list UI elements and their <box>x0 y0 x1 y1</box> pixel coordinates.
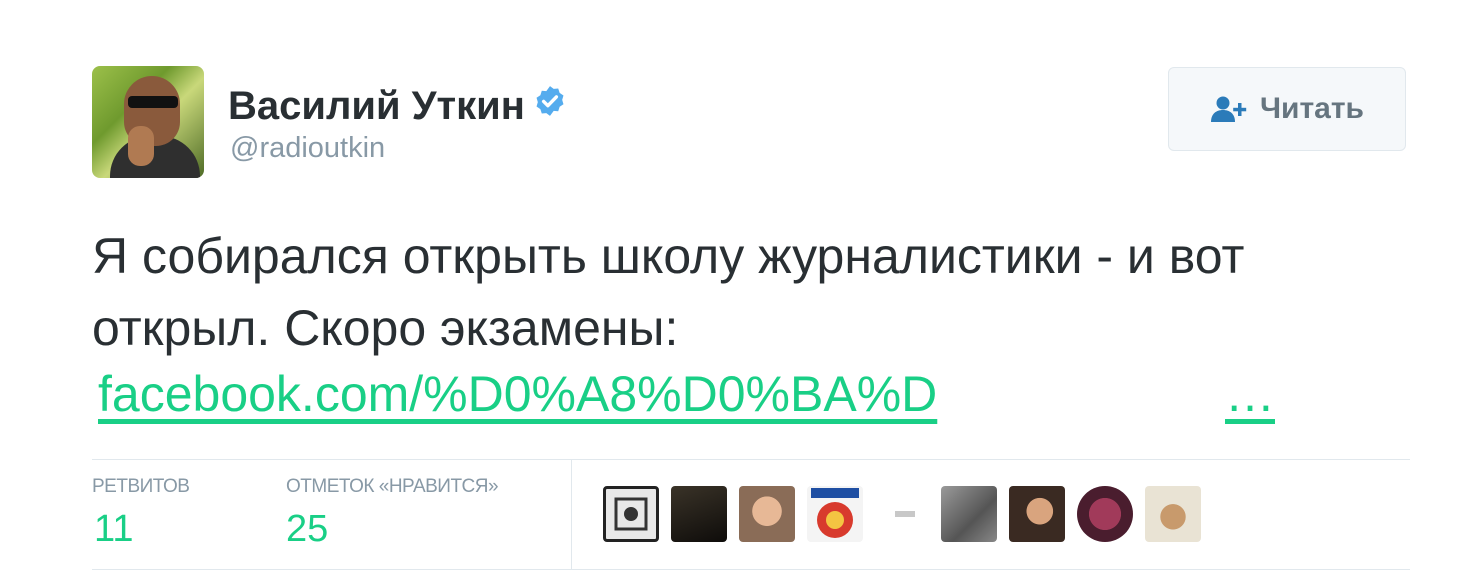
likes-count[interactable]: 25 <box>286 508 328 551</box>
user-display-name[interactable]: Василий Уткин <box>228 84 525 129</box>
tweet-link[interactable]: facebook.com/%D0%A8%D0%BA%D <box>98 365 937 423</box>
liker-avatar-3[interactable] <box>739 486 795 542</box>
follow-button-label: Читать <box>1259 92 1365 125</box>
liker-avatar-7[interactable] <box>1009 486 1065 542</box>
retweets-count[interactable]: 11 <box>94 508 133 551</box>
avatar-sunglasses <box>128 96 178 108</box>
stats-divider-vertical <box>571 460 572 569</box>
liker-avatar-1[interactable] <box>603 486 659 542</box>
avatar-hand <box>128 126 154 166</box>
user-handle[interactable]: @radioutkin <box>230 132 385 165</box>
user-name-row: Василий Уткин <box>228 84 567 129</box>
liker-avatar-9[interactable] <box>1145 486 1201 542</box>
liker-avatar-8[interactable] <box>1077 486 1133 542</box>
stats-divider-bottom <box>92 569 1410 570</box>
liker-avatar-5[interactable] <box>895 511 915 517</box>
verified-badge-icon <box>536 85 564 116</box>
stats-divider-top <box>92 459 1410 460</box>
add-user-icon <box>1210 96 1247 122</box>
tweet-text: Я собирался открыть школу журналистики -… <box>92 228 1245 356</box>
liker-avatar-6[interactable] <box>941 486 997 542</box>
tweet-link-ellipsis[interactable]: … <box>1225 365 1275 423</box>
liker-avatar-4[interactable] <box>807 486 863 542</box>
liker-avatar-2[interactable] <box>671 486 727 542</box>
likes-label: ОТМЕТОК «НРАВИТСЯ» <box>286 476 499 497</box>
follow-button[interactable]: Читать <box>1168 67 1406 151</box>
profile-avatar[interactable] <box>92 66 204 178</box>
retweets-label: РЕТВИТОВ <box>92 476 190 497</box>
liker-avatars <box>603 486 1213 542</box>
